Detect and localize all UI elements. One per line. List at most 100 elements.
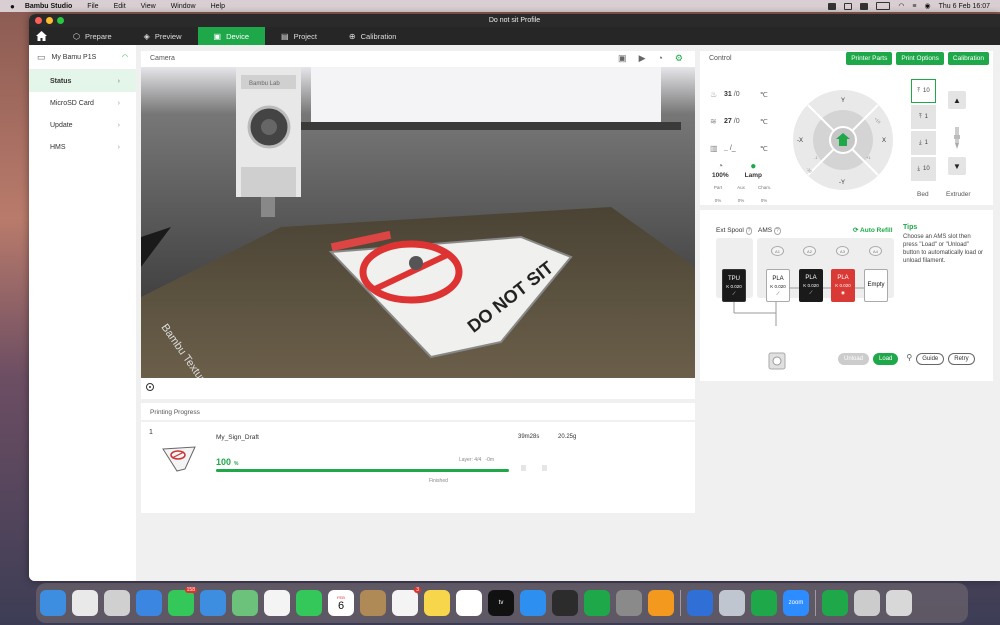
minimize-window-button[interactable] — [46, 17, 53, 24]
dock-numbers-icon[interactable] — [584, 590, 610, 616]
progress-bar-fill — [216, 469, 509, 472]
close-window-button[interactable] — [35, 17, 42, 24]
dock-tv-icon[interactable]: tv — [488, 590, 514, 616]
dock-messages-icon[interactable]: 158 — [168, 587, 197, 616]
home-button[interactable] — [31, 27, 51, 45]
fan-chamber[interactable]: Cham. 0% — [758, 185, 771, 203]
dock-facetime-icon[interactable] — [296, 590, 322, 616]
ext-spool-slot[interactable]: TPU K 0.020 ⟋ — [722, 269, 746, 302]
ams-slot-a1[interactable]: PLA K 0.020 ⟋ — [766, 269, 790, 302]
camera-settings-icon[interactable]: ⚙ — [675, 53, 683, 64]
tab-prepare[interactable]: ⬡ Prepare — [57, 27, 128, 45]
guide-button[interactable]: Guide — [916, 353, 945, 365]
unload-button[interactable]: Unload — [838, 353, 870, 365]
ams-slot-a4[interactable]: Empty — [864, 269, 888, 302]
ams-slot-a2[interactable]: PLA K 0.020 ⟋ — [799, 269, 823, 302]
menu-view[interactable]: View — [141, 3, 156, 10]
tab-calibration[interactable]: ⊕ Calibration — [333, 27, 413, 45]
bed-up-10-button[interactable]: ⤒ 10 — [911, 79, 936, 103]
sidebar-item-update[interactable]: Update › — [29, 114, 136, 136]
dock-notes-brown-icon[interactable] — [360, 590, 386, 616]
dock-numbers-2-icon[interactable] — [751, 590, 777, 616]
menu-app[interactable]: Bambu Studio — [25, 3, 72, 10]
jog-x[interactable]: X — [882, 138, 886, 144]
pause-button[interactable] — [521, 465, 526, 471]
dock-app-store-icon[interactable] — [520, 590, 546, 616]
jog-neg-y[interactable]: -Y — [839, 180, 845, 186]
sidebar-item-status[interactable]: Status › — [29, 70, 136, 92]
dock-preview-icon[interactable] — [719, 590, 745, 616]
status-icon-1[interactable] — [828, 2, 837, 10]
calibration-button[interactable]: Calibration — [947, 52, 989, 65]
wifi-icon[interactable]: ◠ — [898, 2, 904, 10]
bed-temp[interactable]: ≋ 27 /0 ℃ — [710, 108, 768, 135]
printer-selector[interactable]: ▭ My Bamu P1S ◠ — [29, 45, 136, 70]
status-icon-2[interactable] — [844, 2, 853, 10]
dock-chrome-icon[interactable] — [72, 590, 98, 616]
help-icon[interactable]: ? — [773, 227, 781, 235]
print-options-button[interactable]: Print Options — [896, 52, 944, 65]
control-center-icon[interactable]: ≡ — [912, 3, 916, 10]
clock[interactable]: Thu 6 Feb 16:07 — [939, 3, 990, 10]
dock-numbers-3-icon[interactable] — [822, 590, 848, 616]
nozzle-temp[interactable]: ♨ 31 /0 ℃ — [710, 81, 768, 108]
bed-down-1-button[interactable]: ⤓ 1 — [911, 131, 936, 155]
tab-device[interactable]: ▣ Device — [197, 27, 266, 45]
record-indicator[interactable] — [146, 383, 154, 391]
jog-neg-x[interactable]: -X — [797, 138, 803, 144]
dock-system-settings-icon[interactable] — [616, 590, 642, 616]
tab-preview[interactable]: ◈ Preview — [128, 27, 198, 45]
dock-notes-icon[interactable] — [424, 590, 450, 616]
menu-edit[interactable]: Edit — [114, 3, 126, 10]
speed-control[interactable]: ◔ 100% — [712, 161, 729, 179]
retry-button[interactable]: Retry — [948, 353, 975, 365]
jog-y[interactable]: Y — [841, 98, 845, 104]
extrude-up-button[interactable]: ▲ — [948, 91, 966, 109]
dock-launchpad-icon[interactable] — [104, 590, 130, 616]
dock-trash-icon[interactable] — [886, 590, 912, 616]
menu-file[interactable]: File — [87, 3, 98, 10]
sidebar-item-microsd[interactable]: MicroSD Card › — [29, 92, 136, 114]
auto-refill-button[interactable]: ⟳ Auto Refill — [853, 226, 893, 234]
dock-calendar-icon[interactable]: FEB 6 — [328, 590, 354, 616]
fan-aux[interactable]: Aux 0% — [735, 185, 747, 203]
stop-button[interactable] — [542, 465, 547, 471]
dock-freeform-icon[interactable] — [456, 590, 482, 616]
dock-reminders-icon[interactable]: 3 — [392, 587, 421, 616]
status-icon-3[interactable] — [860, 2, 869, 10]
bed-up-1-button[interactable]: ⤒ 1 — [911, 105, 936, 129]
battery-icon[interactable] — [876, 2, 891, 10]
sidebar-item-hms[interactable]: HMS › — [29, 136, 136, 158]
dock-safari-icon[interactable] — [136, 590, 162, 616]
search-icon[interactable]: ⚲ — [906, 353, 912, 365]
xy-jog-control[interactable]: Y -Y X -X +10 +1 -1 -10 — [792, 89, 894, 191]
apple-menu-icon[interactable]: ● — [10, 2, 15, 11]
menu-help[interactable]: Help — [211, 3, 225, 10]
zoom-window-button[interactable] — [57, 17, 64, 24]
tab-project[interactable]: ▤ Project — [265, 27, 333, 45]
dock-finder-icon[interactable] — [40, 590, 66, 616]
record-video-icon[interactable]: ▶ — [639, 53, 646, 64]
dock-photos-icon[interactable] — [264, 590, 290, 616]
printer-parts-button[interactable]: Printer Parts — [846, 52, 893, 65]
extrude-down-button[interactable]: ▼ — [948, 157, 966, 175]
menu-window[interactable]: Window — [171, 3, 196, 10]
fan-part[interactable]: Part 0% — [712, 185, 724, 203]
ams-slot-a3[interactable]: PLA K 0.020 ◉ — [831, 269, 855, 302]
dock-virtualbuddy-icon[interactable] — [687, 590, 713, 616]
siri-icon[interactable]: ◉ — [925, 2, 931, 10]
timelapse-icon[interactable]: ◔ — [657, 53, 662, 64]
dock-vlc-icon[interactable] — [648, 590, 674, 616]
camera-feed[interactable]: DO NOT SIT Bambu Textured PEI Plate Bamb… — [141, 67, 695, 378]
lamp-toggle[interactable]: ● Lamp — [745, 161, 762, 179]
dock-maps-icon[interactable] — [232, 590, 258, 616]
jog-plus1[interactable]: +1 — [866, 155, 871, 160]
load-button[interactable]: Load — [873, 353, 899, 365]
snapshot-icon[interactable]: ▣ — [618, 53, 627, 64]
dock-zoom-icon[interactable]: zoom — [783, 590, 809, 616]
dock-mail-icon[interactable] — [200, 590, 226, 616]
help-icon[interactable]: ? — [745, 227, 753, 235]
bed-down-10-button[interactable]: ⤓ 10 — [911, 157, 936, 181]
dock-keyboard-icon[interactable] — [854, 590, 880, 616]
dock-bambu-icon[interactable] — [552, 590, 578, 616]
